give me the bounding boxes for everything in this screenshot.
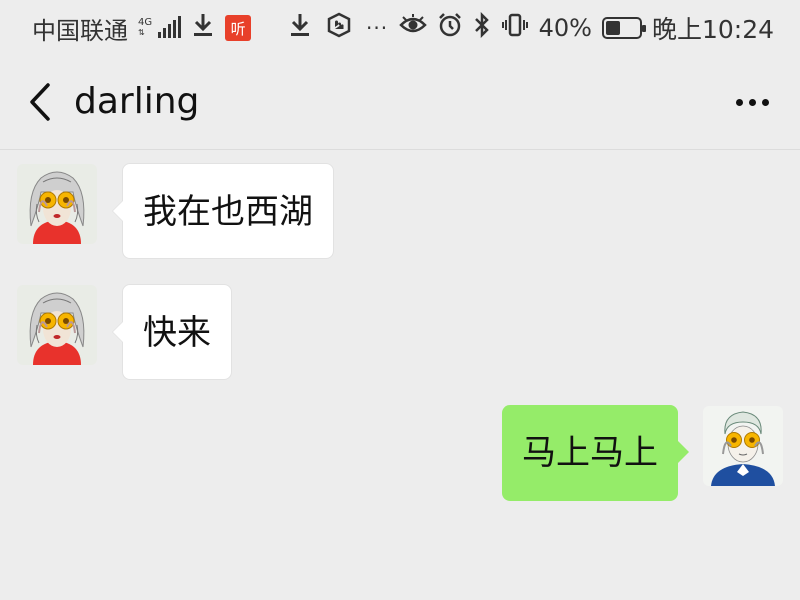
message-bubble-incoming[interactable]: 快来	[112, 284, 232, 380]
eye-icon	[398, 13, 427, 43]
alarm-icon	[437, 12, 463, 44]
more-options-button[interactable]	[728, 86, 776, 118]
status-bar-left: 中国联通 4G ⇅ 听	[32, 0, 252, 56]
app-badge-icon: 听	[225, 15, 252, 41]
signal-icon	[158, 16, 182, 38]
status-bar: 中国联通 4G ⇅ 听 ··· 40% 晚上10:24	[0, 0, 800, 56]
download-icon	[288, 12, 312, 44]
message-bubble-incoming[interactable]: 我在也西湖	[112, 163, 334, 259]
back-button[interactable]	[20, 78, 60, 126]
carrier-name: 中国联通	[32, 16, 128, 45]
battery-percent: 40%	[538, 14, 592, 42]
message-text: 快来	[143, 313, 211, 353]
status-bar-right: 40% 晚上10:24	[398, 0, 774, 56]
chat-header: darling	[0, 56, 800, 150]
more-dots-icon: ···	[366, 16, 389, 40]
self-avatar[interactable]	[703, 406, 783, 486]
vibrate-icon	[501, 12, 529, 44]
shield-icon	[326, 12, 352, 44]
message-text: 我在也西湖	[143, 192, 313, 232]
contact-avatar[interactable]	[17, 285, 97, 365]
contact-avatar[interactable]	[17, 164, 97, 244]
chat-title: darling	[74, 81, 200, 122]
network-type: 4G ⇅	[138, 17, 153, 38]
download-icon	[191, 12, 215, 44]
more-horizontal-icon	[735, 98, 743, 106]
message-bubble-outgoing[interactable]: 马上马上	[502, 405, 689, 501]
message-text: 马上马上	[522, 433, 658, 473]
status-bar-middle: ···	[288, 0, 388, 56]
clock-time: 晚上10:24	[651, 15, 774, 44]
chevron-left-icon	[30, 83, 50, 121]
battery-icon	[601, 17, 646, 39]
battery-fill	[605, 21, 621, 35]
bluetooth-icon	[473, 11, 491, 44]
